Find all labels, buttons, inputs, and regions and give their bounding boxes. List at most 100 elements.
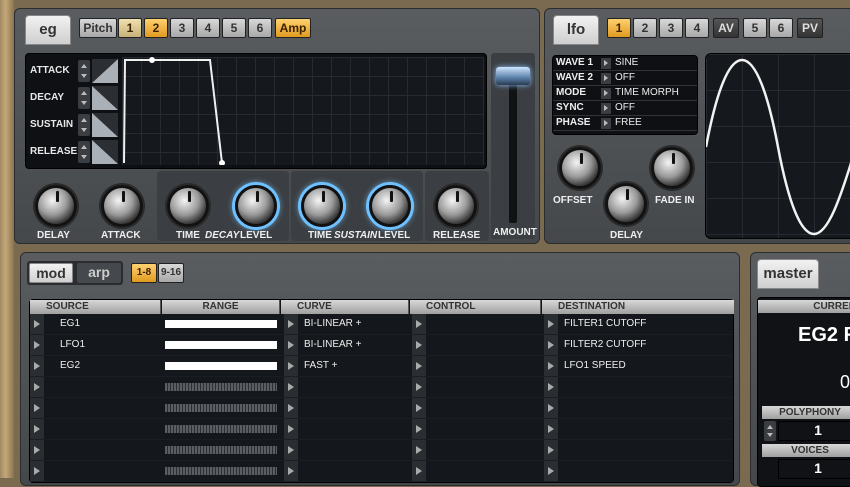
sustain-level-knob[interactable]: [369, 185, 411, 227]
eg-stage-sustain[interactable]: SUSTAIN: [26, 112, 120, 138]
mod-slot-row[interactable]: [30, 461, 733, 482]
destination-select-icon[interactable]: [544, 377, 558, 397]
slot-destination[interactable]: FILTER1 CUTOFF: [564, 318, 646, 329]
eg-stage-decay[interactable]: DECAY: [26, 85, 120, 111]
mod-slot-row[interactable]: EG1 BI-LINEAR + FILTER1 CUTOFF: [30, 314, 733, 335]
lfo-select-2[interactable]: 2: [633, 18, 657, 38]
source-select-icon[interactable]: [30, 440, 44, 460]
param-arrow-icon[interactable]: [601, 58, 611, 69]
destination-select-icon[interactable]: [544, 335, 558, 355]
mod-range-9-16[interactable]: 9-16: [158, 263, 184, 283]
source-select-icon[interactable]: [30, 335, 44, 355]
mod-range-1-8[interactable]: 1-8: [131, 263, 157, 283]
lfo-select-5[interactable]: 5: [743, 18, 767, 38]
destination-select-icon[interactable]: [544, 356, 558, 376]
lfo-param-wave1[interactable]: WAVE 1 SINE: [553, 56, 697, 71]
slot-range-bar[interactable]: [165, 467, 277, 475]
lfo-fade-in-knob[interactable]: [651, 147, 693, 189]
lfo-offset-knob[interactable]: [559, 147, 601, 189]
curve-select-icon[interactable]: [284, 461, 298, 481]
eg-select-5[interactable]: 5: [222, 18, 246, 38]
eg-amp-button[interactable]: Amp: [275, 18, 311, 38]
destination-select-icon[interactable]: [544, 440, 558, 460]
eg-select-1[interactable]: 1: [118, 18, 142, 38]
release-knob[interactable]: [435, 185, 477, 227]
eg-select-4[interactable]: 4: [196, 18, 220, 38]
source-select-icon[interactable]: [30, 356, 44, 376]
source-select-icon[interactable]: [30, 419, 44, 439]
destination-select-icon[interactable]: [544, 398, 558, 418]
control-select-icon[interactable]: [412, 356, 426, 376]
curve-select-icon[interactable]: [284, 314, 298, 334]
slot-range-bar[interactable]: [165, 383, 277, 391]
destination-select-icon[interactable]: [544, 419, 558, 439]
attack-stepper-icon[interactable]: [78, 60, 90, 82]
lfo-av-button[interactable]: AV: [713, 18, 739, 38]
destination-select-icon[interactable]: [544, 461, 558, 481]
lfo-waveform-display[interactable]: [705, 53, 850, 239]
amount-slider-handle[interactable]: [496, 67, 530, 85]
slot-source[interactable]: EG2: [60, 360, 80, 371]
slot-range-bar[interactable]: [165, 404, 277, 412]
sustain-time-knob[interactable]: [301, 185, 343, 227]
slot-source[interactable]: EG1: [60, 318, 80, 329]
decay-time-knob[interactable]: [167, 185, 209, 227]
mod-tab[interactable]: mod: [29, 263, 73, 283]
param-arrow-icon[interactable]: [601, 73, 611, 84]
curve-select-icon[interactable]: [284, 440, 298, 460]
control-select-icon[interactable]: [412, 398, 426, 418]
source-select-icon[interactable]: [30, 461, 44, 481]
control-select-icon[interactable]: [412, 335, 426, 355]
eg-stage-release[interactable]: RELEASE: [26, 139, 120, 165]
release-stepper-icon[interactable]: [78, 141, 90, 163]
curve-select-icon[interactable]: [284, 377, 298, 397]
curve-select-icon[interactable]: [284, 335, 298, 355]
lfo-select-4[interactable]: 4: [685, 18, 709, 38]
lfo-select-6[interactable]: 6: [769, 18, 793, 38]
param-arrow-icon[interactable]: [601, 103, 611, 114]
arp-tab[interactable]: arp: [77, 263, 121, 283]
mod-slot-row[interactable]: EG2 FAST + LFO1 SPEED: [30, 356, 733, 377]
eg-select-3[interactable]: 3: [170, 18, 194, 38]
amount-slider[interactable]: AMOUNT: [491, 53, 537, 239]
source-select-icon[interactable]: [30, 377, 44, 397]
eg-stage-attack[interactable]: ATTACK: [26, 58, 120, 84]
decay-stepper-icon[interactable]: [78, 87, 90, 109]
source-select-icon[interactable]: [30, 314, 44, 334]
curve-select-icon[interactable]: [284, 398, 298, 418]
polyphony-value[interactable]: 1: [778, 421, 850, 441]
param-arrow-icon[interactable]: [601, 118, 611, 129]
eg-select-6[interactable]: 6: [248, 18, 272, 38]
mod-slot-row[interactable]: LFO1 BI-LINEAR + FILTER2 CUTOFF: [30, 335, 733, 356]
lfo-select-1[interactable]: 1: [607, 18, 631, 38]
polyphony-stepper-icon[interactable]: [764, 421, 776, 441]
slot-range-bar[interactable]: [165, 320, 277, 328]
sustain-stepper-icon[interactable]: [78, 114, 90, 136]
param-arrow-icon[interactable]: [601, 88, 611, 99]
control-select-icon[interactable]: [412, 314, 426, 334]
curve-select-icon[interactable]: [284, 419, 298, 439]
lfo-select-3[interactable]: 3: [659, 18, 683, 38]
delay-knob[interactable]: [35, 185, 77, 227]
decay-level-knob[interactable]: [235, 185, 277, 227]
lfo-param-phase[interactable]: PHASE FREE: [553, 116, 697, 131]
eg-select-2[interactable]: 2: [144, 18, 168, 38]
slot-destination[interactable]: LFO1 SPEED: [564, 360, 626, 371]
slot-curve[interactable]: FAST +: [304, 360, 337, 371]
master-tab[interactable]: master: [757, 259, 819, 289]
control-select-icon[interactable]: [412, 419, 426, 439]
mod-slot-row[interactable]: [30, 419, 733, 440]
slot-range-bar[interactable]: [165, 341, 277, 349]
eg-envelope-graph[interactable]: [122, 57, 484, 165]
eg-tab[interactable]: eg: [25, 15, 71, 45]
slot-destination[interactable]: FILTER2 CUTOFF: [564, 339, 646, 350]
slot-range-bar[interactable]: [165, 425, 277, 433]
curve-select-icon[interactable]: [284, 356, 298, 376]
source-select-icon[interactable]: [30, 398, 44, 418]
slot-range-bar[interactable]: [165, 362, 277, 370]
control-select-icon[interactable]: [412, 461, 426, 481]
mod-slot-row[interactable]: [30, 440, 733, 461]
mod-slot-row[interactable]: [30, 398, 733, 419]
lfo-param-mode[interactable]: MODE TIME MORPH: [553, 86, 697, 101]
slot-curve[interactable]: BI-LINEAR +: [304, 339, 362, 350]
